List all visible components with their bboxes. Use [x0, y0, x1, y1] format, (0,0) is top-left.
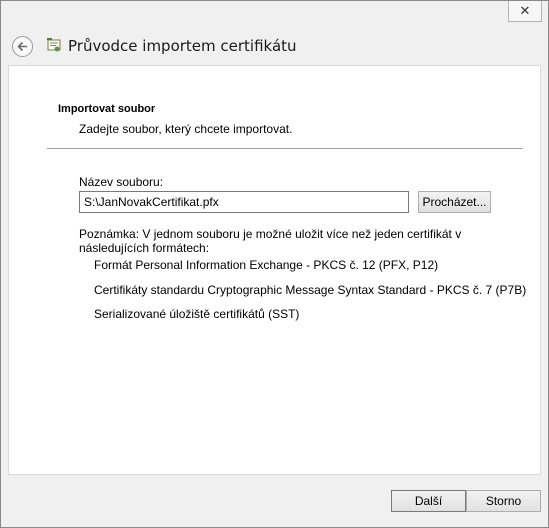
- close-icon: ✕: [519, 3, 531, 18]
- back-arrow-icon: [17, 41, 27, 52]
- wizard-header: Průvodce importem certifikátu: [1, 27, 548, 65]
- format-item: Formát Personal Information Exchange - P…: [94, 258, 439, 272]
- format-item: Serializované úložiště certifikátů (SST): [94, 307, 300, 321]
- close-button[interactable]: ✕: [508, 1, 542, 22]
- section-description: Zadejte soubor, který chcete importovat.: [79, 122, 293, 136]
- file-name-input[interactable]: [79, 191, 409, 213]
- next-button[interactable]: Další: [391, 490, 466, 512]
- note-text: Poznámka: V jednom souboru je možné ulož…: [79, 227, 462, 255]
- format-item: Certifikáty standardu Cryptographic Mess…: [94, 283, 527, 297]
- section-title: Importovat soubor: [58, 103, 156, 115]
- wizard-content: Importovat soubor Zadejte soubor, který …: [8, 65, 541, 475]
- wizard-title: Průvodce importem certifikátu: [68, 37, 297, 55]
- wizard-window: ✕ Průvodce importem certifikátu Importov…: [0, 0, 549, 528]
- back-button[interactable]: [12, 36, 33, 57]
- certificate-wizard-icon: [47, 38, 61, 52]
- title-bar: ✕: [1, 1, 548, 27]
- cancel-button[interactable]: Storno: [466, 490, 541, 512]
- file-name-label: Název souboru:: [79, 175, 164, 189]
- browse-button[interactable]: Procházet...: [418, 191, 491, 213]
- divider: [47, 148, 523, 149]
